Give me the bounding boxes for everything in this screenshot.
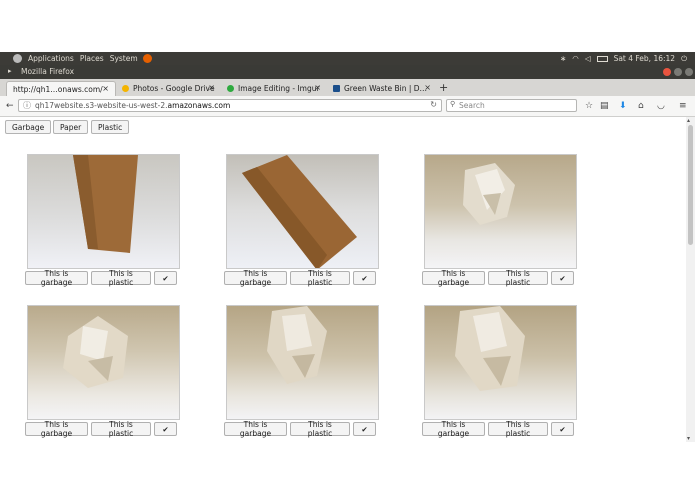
info-icon[interactable]: ⓘ	[23, 100, 31, 111]
mark-plastic-button[interactable]: This is plastic	[91, 420, 151, 438]
window-menu-icon[interactable]: ▸	[8, 67, 12, 75]
address-bar[interactable]: ⓘ qh17website.s3-website-us-west-2.amazo…	[18, 99, 442, 112]
wifi-icon[interactable]: ◠	[572, 54, 579, 63]
category-garbage-button[interactable]: Garbage	[5, 120, 52, 134]
card-actions: This is garbage This is plastic ✔	[224, 420, 384, 438]
card-actions: This is garbage This is plastic ✔	[25, 420, 185, 438]
close-tab-icon[interactable]: ×	[102, 84, 109, 93]
confirm-button[interactable]: ✔	[551, 271, 574, 285]
confirm-button[interactable]: ✔	[154, 422, 177, 436]
tab-green-waste-bin[interactable]: Green Waste Bin | D… ×	[327, 81, 437, 96]
tab-google-drive[interactable]: Photos - Google Drive ×	[116, 81, 221, 96]
bookmarks-list-icon[interactable]: ▤	[600, 100, 609, 112]
photo-card: This is garbage This is plastic ✔	[224, 305, 379, 438]
photo-card: This is garbage This is plastic ✔	[25, 154, 180, 287]
close-window-icon[interactable]	[663, 68, 671, 76]
category-paper-button[interactable]: Paper	[53, 120, 89, 134]
clock[interactable]: Sat 4 Feb, 16:12	[614, 54, 676, 63]
mark-plastic-button[interactable]: This is plastic	[488, 420, 548, 438]
close-tab-icon[interactable]: ×	[208, 83, 215, 92]
confirm-button[interactable]: ✔	[353, 271, 376, 285]
bookmark-star-icon[interactable]: ☆	[585, 100, 593, 112]
card-actions: This is garbage This is plastic ✔	[25, 269, 185, 287]
photo-cardboard-strip-tilted	[226, 154, 379, 269]
card-actions: This is garbage This is plastic ✔	[224, 269, 384, 287]
mark-garbage-button[interactable]: This is garbage	[224, 269, 287, 287]
mark-garbage-button[interactable]: This is garbage	[422, 269, 485, 287]
photo-crumpled-paper	[27, 305, 180, 420]
navigation-toolbar: ← ⓘ qh17website.s3-website-us-west-2.ama…	[0, 96, 695, 117]
back-icon[interactable]: ←	[6, 100, 14, 112]
mark-plastic-button[interactable]: This is plastic	[290, 420, 350, 438]
mark-garbage-button[interactable]: This is garbage	[25, 420, 88, 438]
photo-crumpled-paper	[424, 305, 577, 420]
firefox-launcher-icon[interactable]	[142, 54, 152, 63]
url-text: qh17website.s3-website-us-west-2.	[35, 101, 168, 110]
scrollbar-thumb[interactable]	[688, 125, 693, 245]
mark-garbage-button[interactable]: This is garbage	[25, 269, 88, 287]
tab-label: Image Editing - Imgur	[238, 84, 320, 93]
mark-plastic-button[interactable]: This is plastic	[290, 269, 350, 287]
card-actions: This is garbage This is plastic ✔	[422, 420, 582, 438]
mark-plastic-button[interactable]: This is plastic	[488, 269, 548, 287]
tab-label: Green Waste Bin | D…	[344, 84, 428, 93]
mark-plastic-button[interactable]: This is plastic	[91, 269, 151, 287]
volume-icon[interactable]: ◁	[585, 54, 591, 63]
search-icon: ⚲	[450, 100, 456, 108]
minimize-window-icon[interactable]	[674, 68, 682, 76]
confirm-button[interactable]: ✔	[154, 271, 177, 285]
ubuntu-logo-icon[interactable]	[13, 54, 22, 63]
home-icon[interactable]: ⌂	[638, 100, 644, 112]
photo-card: This is garbage This is plastic ✔	[25, 305, 180, 438]
page-content: Garbage Paper Plastic This is garbage Th…	[0, 117, 686, 442]
imgur-icon	[227, 85, 234, 92]
scroll-up-icon[interactable]: ▴	[687, 117, 690, 124]
system-menu[interactable]: System	[110, 54, 138, 63]
window-title: Mozilla Firefox	[21, 67, 75, 76]
search-input[interactable]: ⚲ Search	[446, 99, 577, 112]
places-menu[interactable]: Places	[80, 54, 104, 63]
confirm-button[interactable]: ✔	[551, 422, 574, 436]
top-panel: Applications Places System ∗ ◠ ◁ Sat 4 F…	[0, 52, 695, 65]
close-tab-icon[interactable]: ×	[424, 83, 431, 92]
mark-garbage-button[interactable]: This is garbage	[224, 420, 287, 438]
tab-imgur[interactable]: Image Editing - Imgur ×	[221, 81, 327, 96]
screen: Applications Places System ∗ ◠ ◁ Sat 4 F…	[0, 52, 695, 442]
google-drive-icon	[122, 85, 129, 92]
power-icon[interactable]: ⏻	[681, 54, 687, 64]
new-tab-button[interactable]: +	[439, 81, 448, 94]
tab-strip: http://qh1…onaws.com/ × Photos - Google …	[0, 79, 695, 97]
applications-menu[interactable]: Applications	[28, 54, 74, 63]
panel-indicators: ∗ ◠ ◁ Sat 4 Feb, 16:12 ⏻	[560, 52, 687, 65]
search-placeholder: Search	[459, 101, 485, 110]
photo-card: This is garbage This is plastic ✔	[422, 305, 577, 438]
reload-icon[interactable]: ↻	[430, 100, 437, 109]
url-domain: amazonaws.com	[167, 101, 231, 110]
tab-current[interactable]: http://qh1…onaws.com/ ×	[6, 81, 116, 96]
scroll-down-icon[interactable]: ▾	[687, 435, 690, 442]
window-titlebar: ▸ Mozilla Firefox	[0, 65, 695, 79]
photo-card: This is garbage This is plastic ✔	[422, 154, 577, 287]
mark-garbage-button[interactable]: This is garbage	[422, 420, 485, 438]
card-actions: This is garbage This is plastic ✔	[422, 269, 582, 287]
photo-card: This is garbage This is plastic ✔	[224, 154, 379, 287]
tab-label: Photos - Google Drive	[133, 84, 215, 93]
photo-crumpled-paper	[424, 154, 577, 269]
site-icon	[333, 85, 340, 92]
pocket-icon[interactable]: ◡	[657, 100, 665, 112]
page-scrollbar[interactable]: ▴ ▾	[686, 117, 695, 442]
close-tab-icon[interactable]: ×	[314, 83, 321, 92]
download-icon[interactable]: ⬇	[619, 100, 627, 112]
bluetooth-icon[interactable]: ∗	[560, 54, 566, 63]
menu-icon[interactable]: ≡	[679, 100, 687, 112]
tab-label: http://qh1…onaws.com/	[13, 84, 103, 94]
confirm-button[interactable]: ✔	[353, 422, 376, 436]
photo-cardboard-strip	[27, 154, 180, 269]
photo-crumpled-paper	[226, 305, 379, 420]
maximize-window-icon[interactable]	[685, 68, 693, 76]
category-plastic-button[interactable]: Plastic	[91, 120, 130, 134]
battery-icon[interactable]	[596, 55, 608, 62]
